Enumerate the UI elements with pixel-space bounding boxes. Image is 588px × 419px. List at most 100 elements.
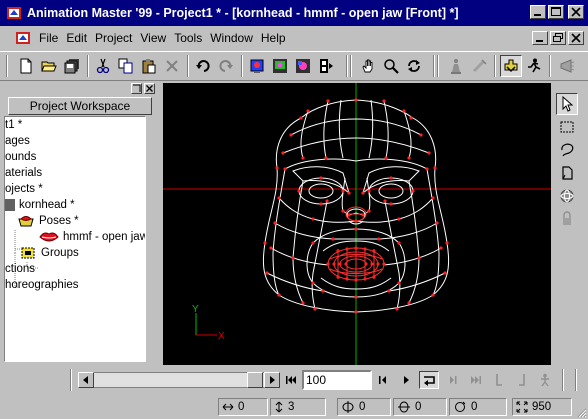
go-to-start-button[interactable] <box>281 371 301 389</box>
control-point[interactable] <box>417 256 421 260</box>
control-point[interactable] <box>354 310 358 314</box>
tree-item-groups[interactable]: Groups <box>19 245 79 261</box>
control-point[interactable] <box>354 278 358 282</box>
undo-button[interactable] <box>192 55 214 77</box>
workspace-scrollbar[interactable] <box>146 116 156 366</box>
lasso-button[interactable] <box>556 139 578 161</box>
turn-button[interactable] <box>403 55 425 77</box>
menu-edit[interactable]: Edit <box>62 31 91 45</box>
control-point[interactable] <box>326 262 330 266</box>
copy-button[interactable] <box>115 55 137 77</box>
control-point[interactable] <box>402 109 406 113</box>
cut-button[interactable] <box>92 55 114 77</box>
sphere-button[interactable] <box>556 185 578 207</box>
control-point[interactable] <box>407 301 411 305</box>
redo-button[interactable] <box>215 55 237 77</box>
skeleton-key-button[interactable] <box>535 371 555 389</box>
menu-tools[interactable]: Tools <box>170 31 206 45</box>
child-restore-button[interactable] <box>550 31 566 45</box>
control-point[interactable] <box>297 189 301 193</box>
child-close-button[interactable] <box>568 31 584 45</box>
zoom-button[interactable] <box>380 55 402 77</box>
control-point[interactable] <box>387 289 391 293</box>
minimize-button[interactable] <box>530 5 546 19</box>
key-left-button[interactable] <box>489 371 509 389</box>
previous-frame-button[interactable] <box>373 371 393 389</box>
control-point[interactable] <box>431 196 435 200</box>
control-point[interactable] <box>411 189 415 193</box>
new-button[interactable] <box>15 55 37 77</box>
tree-item-actions[interactable]: ctions <box>5 261 35 277</box>
control-point[interactable] <box>395 307 399 311</box>
workspace-close-button[interactable] <box>144 83 155 94</box>
control-point[interactable] <box>377 237 381 241</box>
control-point[interactable] <box>277 196 281 200</box>
menu-help[interactable]: Help <box>257 31 290 45</box>
control-point[interactable] <box>325 199 329 203</box>
menu-view[interactable]: View <box>136 31 170 45</box>
control-point[interactable] <box>306 109 310 113</box>
delete-button[interactable] <box>161 55 183 77</box>
control-point[interactable] <box>347 191 351 195</box>
document-icon[interactable] <box>15 30 31 46</box>
control-point[interactable] <box>347 213 351 217</box>
workspace-title[interactable]: Project Workspace <box>8 97 152 115</box>
control-point[interactable] <box>321 289 325 293</box>
control-point[interactable] <box>370 262 374 266</box>
control-point[interactable] <box>273 221 277 225</box>
close-button[interactable] <box>568 5 584 19</box>
control-point[interactable] <box>382 99 386 103</box>
control-point[interactable] <box>383 199 387 203</box>
tree-item-poses[interactable]: Poses * <box>15 213 79 229</box>
render-to-file-button[interactable] <box>269 55 291 77</box>
frame-number-input[interactable] <box>302 370 372 390</box>
control-point[interactable] <box>443 271 447 275</box>
control-point[interactable] <box>389 176 393 180</box>
control-point[interactable] <box>361 191 365 195</box>
control-point[interactable] <box>301 301 305 305</box>
control-point[interactable] <box>439 246 443 250</box>
control-point[interactable] <box>336 275 340 279</box>
control-point[interactable] <box>345 277 349 281</box>
control-point[interactable] <box>384 156 388 160</box>
modeling-viewport[interactable]: Y X <box>163 83 551 365</box>
control-point[interactable] <box>263 241 267 245</box>
control-point[interactable] <box>336 249 340 253</box>
play-button[interactable] <box>396 371 416 389</box>
paste-button[interactable] <box>138 55 160 77</box>
control-point[interactable] <box>299 116 303 120</box>
control-point[interactable] <box>301 156 305 160</box>
control-point[interactable] <box>281 151 285 155</box>
control-point[interactable] <box>363 247 367 251</box>
control-point[interactable] <box>435 221 439 225</box>
control-point[interactable] <box>311 241 315 245</box>
control-point[interactable] <box>431 293 435 297</box>
control-point[interactable] <box>397 217 401 221</box>
tree-item-kornhead[interactable]: kornhead * <box>5 197 75 213</box>
control-point[interactable] <box>354 227 358 231</box>
control-point[interactable] <box>341 189 345 193</box>
control-point[interactable] <box>332 262 336 266</box>
control-point[interactable] <box>289 133 293 137</box>
open-button[interactable] <box>38 55 60 77</box>
tree-item-open-jaw-pose[interactable]: hmmf - open jaw * <box>39 229 145 245</box>
next-frame-button[interactable] <box>443 371 463 389</box>
control-point[interactable] <box>367 209 371 213</box>
control-point[interactable] <box>367 189 371 193</box>
control-point[interactable] <box>277 293 281 297</box>
wireframe-canvas[interactable]: Y X <box>163 83 551 365</box>
control-point[interactable] <box>433 166 437 170</box>
control-point[interactable] <box>354 219 358 223</box>
control-point[interactable] <box>354 295 358 299</box>
menu-window[interactable]: Window <box>206 31 257 45</box>
bounding-box-button[interactable] <box>556 162 578 184</box>
control-point[interactable] <box>427 151 431 155</box>
scroll-right-button[interactable] <box>264 372 280 388</box>
control-point[interactable] <box>324 156 328 160</box>
resize-grip-icon[interactable] <box>575 406 587 418</box>
bones-button[interactable] <box>445 55 467 77</box>
maximize-button[interactable] <box>548 5 564 19</box>
menu-file[interactable]: File <box>35 31 62 45</box>
control-point[interactable] <box>372 275 376 279</box>
control-point[interactable] <box>397 281 401 285</box>
